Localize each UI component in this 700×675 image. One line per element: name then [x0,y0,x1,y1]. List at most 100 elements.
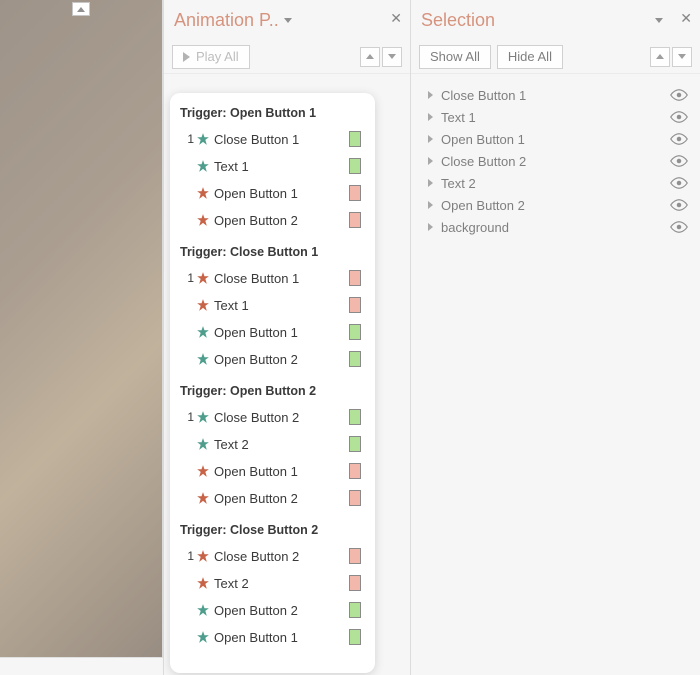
animation-item[interactable]: 1Close Button 1 [178,266,367,290]
selection-item[interactable]: background [421,216,692,238]
eye-icon [670,221,688,233]
animation-item[interactable]: Open Button 1 [178,459,367,483]
timeline-swatch [349,548,361,564]
visibility-toggle[interactable] [668,89,690,101]
timeline-swatch [349,297,361,313]
chevron-right-icon [428,179,433,187]
selection-item[interactable]: Close Button 2 [421,150,692,172]
animation-order: 1 [182,410,194,424]
star-icon [196,271,210,285]
selection-pane-close[interactable]: ✕ [680,10,692,27]
animation-item[interactable]: 1Close Button 2 [178,544,367,568]
selection-pane: Selection ✕ Show All Hide All Close Butt… [410,0,700,675]
timeline-swatch [349,409,361,425]
move-down-button[interactable] [672,47,692,67]
effect-icon [194,410,212,424]
slide-horizontal-scrollbar[interactable] [0,657,163,675]
effect-icon [194,132,212,146]
play-all-button[interactable]: Play All [172,45,250,69]
slide-scroll-up-button[interactable] [72,2,90,16]
effect-icon [194,213,212,227]
selection-label: Text 2 [437,176,668,191]
trigger-group: Trigger: Close Button 2 1Close Button 2 Te… [178,520,367,649]
effect-icon [194,352,212,366]
star-icon [196,464,210,478]
effect-icon [194,576,212,590]
visibility-toggle[interactable] [668,199,690,211]
animation-pane-close[interactable]: ✕ [390,10,402,27]
animation-order: 1 [182,132,194,146]
visibility-toggle[interactable] [668,133,690,145]
chevron-right-icon [428,223,433,231]
trigger-title: Trigger: Close Button 2 [178,520,367,541]
visibility-toggle[interactable] [668,221,690,233]
eye-icon [670,111,688,123]
selection-pane-menu[interactable] [654,15,664,25]
animation-label: Open Button 1 [212,325,349,340]
animation-item[interactable]: 1Close Button 1 [178,127,367,151]
selection-item[interactable]: Open Button 1 [421,128,692,150]
star-icon [196,576,210,590]
star-icon [196,325,210,339]
slide-canvas [0,0,163,675]
expand-toggle[interactable] [423,157,437,165]
chevron-up-icon [366,54,374,59]
expand-toggle[interactable] [423,91,437,99]
animation-pane-menu[interactable] [283,15,293,25]
selection-label: Text 1 [437,110,668,125]
star-icon [196,352,210,366]
expand-toggle[interactable] [423,135,437,143]
eye-icon [670,199,688,211]
expand-toggle[interactable] [423,223,437,231]
animation-item[interactable]: Open Button 1 [178,320,367,344]
animation-content-card: Trigger: Open Button 1 1Close Button 1 Tex… [170,93,375,673]
animation-item[interactable]: Open Button 1 [178,181,367,205]
animation-label: Open Button 2 [212,603,349,618]
selection-item[interactable]: Close Button 1 [421,84,692,106]
visibility-toggle[interactable] [668,177,690,189]
animation-order: 1 [182,271,194,285]
animation-item[interactable]: Open Button 2 [178,486,367,510]
timeline-swatch [349,575,361,591]
selection-item[interactable]: Text 1 [421,106,692,128]
selection-item[interactable]: Text 2 [421,172,692,194]
animation-item[interactable]: 1Close Button 2 [178,405,367,429]
selection-label: Close Button 2 [437,154,668,169]
animation-reorder-controls [360,47,402,67]
selection-label: Open Button 2 [437,198,668,213]
star-icon [196,298,210,312]
hide-all-button[interactable]: Hide All [497,45,563,69]
animation-label: Open Button 2 [212,352,349,367]
animation-item[interactable]: Text 2 [178,571,367,595]
selection-item[interactable]: Open Button 2 [421,194,692,216]
move-up-button[interactable] [650,47,670,67]
animation-order: 1 [182,549,194,563]
animation-item[interactable]: Text 1 [178,154,367,178]
expand-toggle[interactable] [423,201,437,209]
visibility-toggle[interactable] [668,155,690,167]
chevron-right-icon [428,113,433,121]
animation-item[interactable]: Open Button 2 [178,598,367,622]
eye-icon [670,89,688,101]
expand-toggle[interactable] [423,113,437,121]
move-up-button[interactable] [360,47,380,67]
chevron-up-icon [656,54,664,59]
animation-label: Text 1 [212,159,349,174]
trigger-title: Trigger: Open Button 2 [178,381,367,402]
animation-item[interactable]: Open Button 2 [178,347,367,371]
trigger-group: Trigger: Open Button 2 1Close Button 2 Tex… [178,381,367,510]
animation-item[interactable]: Text 1 [178,293,367,317]
show-all-label: Show All [430,49,480,64]
trigger-title: Trigger: Close Button 1 [178,242,367,263]
expand-toggle[interactable] [423,179,437,187]
show-all-button[interactable]: Show All [419,45,491,69]
visibility-toggle[interactable] [668,111,690,123]
trigger-title: Trigger: Open Button 1 [178,103,367,124]
move-down-button[interactable] [382,47,402,67]
animation-item[interactable]: Open Button 2 [178,208,367,232]
animation-item[interactable]: Open Button 1 [178,625,367,649]
selection-reorder-controls [650,47,692,67]
eye-icon [670,133,688,145]
chevron-right-icon [428,91,433,99]
animation-item[interactable]: Text 2 [178,432,367,456]
